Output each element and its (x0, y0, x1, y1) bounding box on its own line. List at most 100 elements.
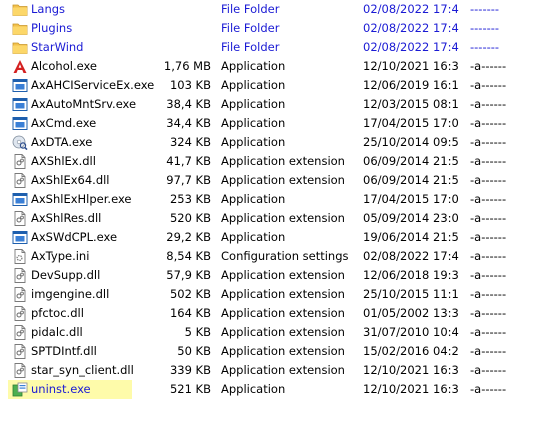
file-time: 11:18 (433, 287, 459, 301)
file-time: 17:46 (433, 249, 459, 263)
file-attributes: -a------ (470, 230, 507, 244)
file-time: 17:43 (433, 2, 459, 16)
file-time: 17:43 (433, 40, 459, 54)
dll-file-icon (12, 363, 28, 378)
file-row[interactable]: AxSWdCPL.exe 29,2 KB Application 19/06/2014… (0, 228, 542, 247)
file-size: 38,4 KB (166, 97, 211, 111)
file-attributes: -a------ (470, 363, 507, 377)
file-time: 23:01 (433, 211, 459, 225)
file-type: Application extension (221, 363, 345, 377)
file-date: 02/08/2022 (363, 21, 429, 35)
file-row[interactable]: AxAutoMntSrv.exe 38,4 KB Application 12/03/… (0, 95, 542, 114)
file-size: 521 KB (169, 382, 211, 396)
file-attributes: -a------ (470, 287, 507, 301)
file-row[interactable]: AxShlRes.dll 520 KB Application extension 0… (0, 209, 542, 228)
file-row[interactable]: pidalc.dll 5 KB Application extension 31/07… (0, 323, 542, 342)
file-attributes: -a------ (470, 249, 507, 263)
file-list: LangsFile Folder02/08/202217:43-------Pl… (0, 0, 542, 399)
file-date: 19/06/2014 (363, 230, 429, 244)
file-attributes: -a------ (470, 325, 507, 339)
file-attributes: -a------ (470, 344, 507, 358)
file-attributes: -a------ (470, 173, 507, 187)
file-size: 29,2 KB (166, 230, 211, 244)
application-window-icon (12, 116, 28, 131)
file-size: 164 KB (169, 306, 211, 320)
file-attributes: ------- (470, 21, 500, 35)
file-type: Application extension (221, 325, 345, 339)
file-size: 50 KB (177, 344, 211, 358)
file-size: 57,9 KB (166, 268, 211, 282)
file-type: Application extension (221, 344, 345, 358)
file-date: 01/05/2002 (363, 306, 429, 320)
file-row[interactable]: AxCmd.exe 34,4 KB Application 17/04/2015 17:… (0, 114, 542, 133)
dll-file-icon (12, 154, 28, 169)
file-size (150, 19, 211, 38)
application-window-icon (12, 78, 28, 93)
file-date: 12/10/2021 (363, 363, 429, 377)
file-time: 21:56 (433, 230, 459, 244)
file-date: 17/04/2015 (363, 116, 429, 130)
alcohol-app-icon (12, 59, 28, 74)
file-time: 19:32 (433, 268, 459, 282)
file-time: 16:31 (433, 363, 459, 377)
folder-row[interactable]: StarWindFile Folder02/08/202217:43------… (0, 38, 542, 57)
file-size: 103 KB (169, 78, 211, 92)
file-row[interactable]: AxType.ini 8,54 KB Configuration settings 0… (0, 247, 542, 266)
file-type: Application extension (221, 268, 345, 282)
file-time: 21:59 (433, 173, 459, 187)
file-attributes: -a------ (470, 268, 507, 282)
application-window-icon (12, 230, 28, 245)
file-attributes: ------- (470, 2, 500, 16)
file-size: 502 KB (169, 287, 211, 301)
file-size: 339 KB (169, 363, 211, 377)
file-row[interactable]: SPTDIntf.dll 50 KB Application extension 15… (0, 342, 542, 361)
file-size: 520 KB (169, 211, 211, 225)
file-time: 04:28 (433, 344, 459, 358)
file-type: Application (221, 116, 286, 130)
file-row[interactable]: DevSupp.dll 57,9 KB Application extension 1… (0, 266, 542, 285)
file-row[interactable]: AxShlExHlper.exe 253 KB Application 17/04/2… (0, 190, 542, 209)
file-attributes: ------- (470, 40, 500, 54)
file-row[interactable]: pfctoc.dll 164 KB Application extension 01/… (0, 304, 542, 323)
file-row[interactable]: Alcohol.exe 1,76 MB Application 12/10/2021 1… (0, 57, 542, 76)
file-row[interactable]: AXShlEx.dll 41,7 KB Application extension 0… (0, 152, 542, 171)
file-time: 10:46 (433, 325, 459, 339)
file-attributes: -a------ (470, 59, 507, 73)
file-time: 17:43 (433, 21, 459, 35)
file-size: 8,54 KB (166, 249, 211, 263)
folder-icon (12, 2, 28, 17)
file-type: File Folder (221, 21, 280, 35)
file-type: Application (221, 78, 286, 92)
file-type: Application (221, 382, 286, 396)
file-row[interactable]: imgengine.dll 502 KB Application extension… (0, 285, 542, 304)
folder-row[interactable]: PluginsFile Folder02/08/202217:43------- (0, 19, 542, 38)
file-size: 41,7 KB (166, 154, 211, 168)
file-attributes: -a------ (470, 211, 507, 225)
file-attributes: -a------ (470, 135, 507, 149)
file-type: Application extension (221, 287, 345, 301)
file-date: 12/06/2019 (363, 78, 429, 92)
file-row[interactable]: star_syn_client.dll 339 KB Application ext… (0, 361, 542, 380)
file-type: Application extension (221, 211, 345, 225)
file-attributes: -a------ (470, 306, 507, 320)
file-time: 16:11 (433, 78, 459, 92)
file-date: 02/08/2022 (363, 40, 429, 54)
file-size (150, 38, 211, 57)
file-time: 08:14 (433, 97, 459, 111)
file-type: Application (221, 230, 286, 244)
file-date: 31/07/2010 (363, 325, 429, 339)
file-row[interactable]: uninst.exe 521 KB Application 12/10/2021 16:… (0, 380, 542, 399)
dll-file-icon (12, 325, 28, 340)
file-date: 25/10/2015 (363, 287, 429, 301)
file-date: 02/08/2022 (363, 2, 429, 16)
file-type: File Folder (221, 2, 280, 16)
file-row[interactable]: AxAHCIServiceEx.exe 103 KB Application 12/0… (0, 76, 542, 95)
folder-row[interactable]: LangsFile Folder02/08/202217:43------- (0, 0, 542, 19)
file-row[interactable]: AxDTA.exe 324 KB Application 25/10/2014 09:5… (0, 133, 542, 152)
file-size: 97,7 KB (166, 173, 211, 187)
application-window-icon (12, 97, 28, 112)
installer-icon (12, 382, 28, 397)
file-type: Application extension (221, 173, 345, 187)
file-date: 12/06/2018 (363, 268, 429, 282)
file-row[interactable]: AxShlEx64.dll 97,7 KB Application extensio… (0, 171, 542, 190)
